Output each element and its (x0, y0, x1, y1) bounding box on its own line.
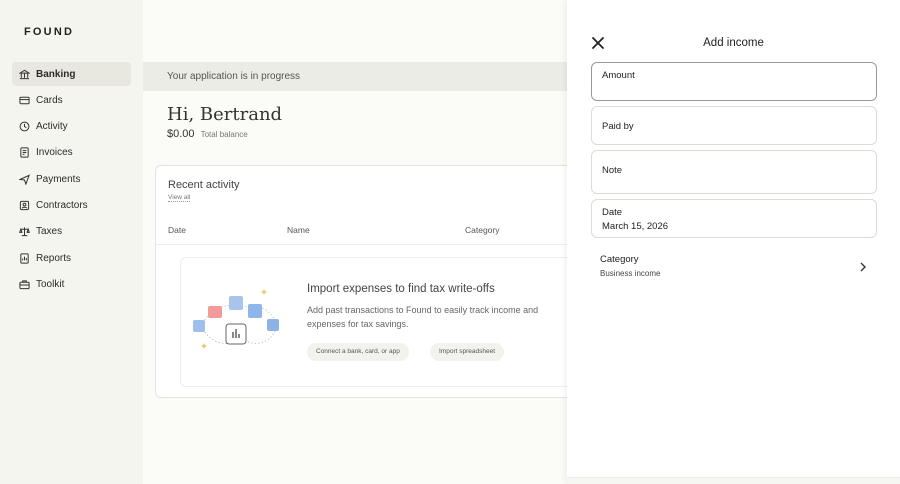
send-icon (18, 173, 30, 185)
drawer-title: Add income (703, 37, 764, 49)
drawer-footer (567, 477, 900, 484)
connect-account-button[interactable]: Connect a bank, card, or app (307, 343, 409, 361)
sidebar-item-invoices[interactable]: Invoices (12, 141, 131, 165)
add-income-drawer: Add income Amount Paid by Note Date Marc… (567, 0, 900, 484)
sidebar-item-cards[interactable]: Cards (12, 88, 131, 112)
invoice-icon (18, 147, 30, 159)
sidebar-item-label: Payments (36, 173, 81, 185)
sidebar-item-label: Contractors (36, 199, 88, 211)
sidebar-item-banking[interactable]: Banking (12, 62, 131, 86)
sidebar-item-label: Reports (36, 252, 72, 264)
scale-icon (18, 226, 30, 238)
chevron-right-icon (860, 262, 866, 272)
sidebar-nav: Banking Cards Activity Invoices Payments… (12, 62, 131, 299)
sidebar-item-contractors[interactable]: Contractors (12, 193, 131, 217)
sidebar-item-activity[interactable]: Activity (12, 115, 131, 139)
sidebar-item-label: Invoices (36, 147, 73, 159)
sidebar-item-taxes[interactable]: Taxes (12, 220, 131, 244)
total-balance: $0.00 Total balance (167, 128, 248, 140)
sidebar-item-label: Banking (36, 68, 76, 80)
recent-activity-title: Recent activity (168, 179, 240, 191)
close-icon[interactable] (591, 36, 605, 50)
card-icon (18, 94, 30, 106)
table-divider (156, 244, 586, 245)
category-selector[interactable]: Category Business income (591, 250, 877, 284)
amount-field[interactable]: Amount (591, 62, 877, 101)
sidebar-item-label: Activity (36, 121, 68, 133)
report-icon (18, 252, 30, 264)
date-field[interactable]: Date March 15, 2026 (591, 199, 877, 238)
amount-label: Amount (602, 70, 635, 81)
note-field[interactable]: Note (591, 150, 877, 194)
sidebar-item-label: Cards (36, 94, 63, 106)
date-value: March 15, 2026 (602, 221, 669, 232)
sidebar: FOUND Banking Cards Activity Invoices Pa… (0, 0, 143, 484)
column-header-category[interactable]: Category (465, 225, 500, 235)
sidebar-item-payments[interactable]: Payments (12, 167, 131, 191)
connected-apps-illustration (193, 289, 279, 349)
toolkit-icon (18, 278, 30, 290)
sidebar-item-toolkit[interactable]: Toolkit (12, 272, 131, 296)
empty-state-description: Add past transactions to Found to easily… (307, 305, 539, 329)
paid-by-label: Paid by (602, 121, 634, 132)
bank-icon (18, 68, 30, 80)
category-label: Category (600, 254, 639, 265)
note-label: Note (602, 165, 623, 176)
paid-by-field[interactable]: Paid by (591, 106, 877, 145)
balance-label: Total balance (200, 130, 248, 139)
category-value: Business income (600, 269, 661, 278)
date-label: Date (602, 207, 623, 218)
balance-amount: $0.00 (167, 128, 195, 140)
view-all-link[interactable]: View all (168, 194, 191, 202)
recent-activity-card: Recent activity View all Date Name Categ… (155, 165, 586, 398)
sidebar-item-reports[interactable]: Reports (12, 246, 131, 270)
empty-state-title: Import expenses to find tax write-offs (307, 283, 495, 295)
import-spreadsheet-button[interactable]: Import spreadsheet (430, 343, 505, 361)
column-header-date[interactable]: Date (168, 225, 186, 235)
sidebar-item-label: Toolkit (36, 278, 65, 290)
empty-state: Import expenses to find tax write-offs A… (180, 257, 580, 387)
contractor-icon (18, 199, 30, 211)
sidebar-item-label: Taxes (36, 226, 63, 238)
greeting-heading: Hi, Bertrand (167, 104, 283, 125)
found-logo[interactable]: FOUND (24, 26, 74, 38)
clock-icon (18, 121, 30, 133)
column-header-name[interactable]: Name (287, 225, 310, 235)
